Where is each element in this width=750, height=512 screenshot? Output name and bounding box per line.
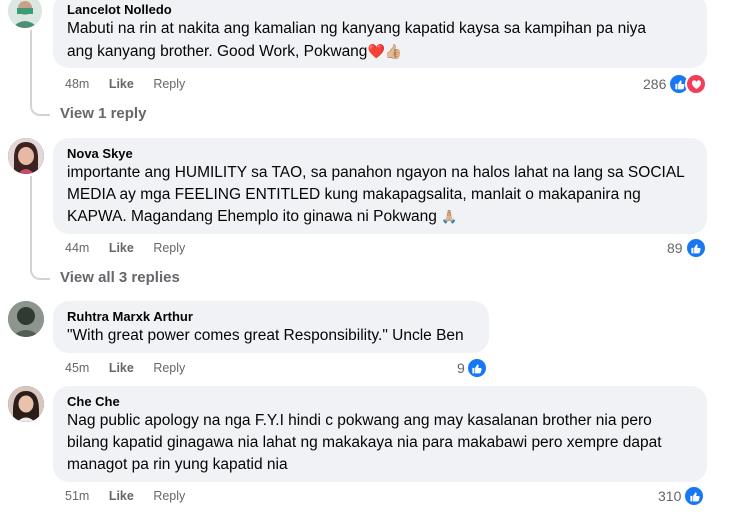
- comment-text-line: bilang kapatid ginagawa nia lahat ng mak…: [67, 434, 662, 451]
- reaction-summary[interactable]: 310: [658, 485, 706, 507]
- comment-text-line: "With great power comes great Responsibi…: [67, 327, 464, 344]
- reply-button[interactable]: Reply: [153, 489, 185, 503]
- reply-button[interactable]: Reply: [153, 361, 185, 375]
- comment-time[interactable]: 51m: [65, 489, 89, 503]
- comment-bubble: Nova Skye importante ang HUMILITY sa TAO…: [53, 138, 707, 234]
- comment-time[interactable]: 45m: [65, 361, 89, 375]
- like-icon: [465, 357, 488, 379]
- avatar-image: [8, 138, 44, 174]
- like-button[interactable]: Like: [109, 361, 134, 375]
- thread-connector: [30, 30, 50, 116]
- comment-text-line: importante ang HUMILITY sa TAO, sa panah…: [67, 164, 685, 181]
- reaction-summary[interactable]: 286: [643, 73, 708, 95]
- heart-icon: [685, 73, 708, 95]
- reaction-count: 310: [658, 488, 682, 504]
- like-icon: [683, 485, 706, 507]
- comment-text-line-3: KAPWA. Magandang Ehemplo ito ginawa ni P…: [67, 208, 437, 225]
- thumbs-up-emoji-icon: 👍🏼: [384, 43, 403, 59]
- reaction-count: 9: [457, 360, 465, 376]
- avatar[interactable]: [8, 301, 44, 337]
- avatar-image: [8, 301, 44, 337]
- comment-bubble: Ruhtra Marxk Arthur "With great power co…: [53, 301, 489, 353]
- reaction-count: 286: [643, 76, 667, 92]
- comment-author[interactable]: Lancelot Nolledo: [67, 1, 693, 18]
- comment-meta: 44m Like Reply: [65, 240, 201, 256]
- reply-button[interactable]: Reply: [153, 77, 185, 91]
- like-button[interactable]: Like: [109, 489, 134, 503]
- like-button[interactable]: Like: [109, 241, 134, 255]
- avatar[interactable]: [8, 386, 44, 422]
- reaction-summary[interactable]: 89: [667, 237, 707, 259]
- comment-author[interactable]: Ruhtra Marxk Arthur: [67, 308, 475, 325]
- reply-button[interactable]: Reply: [153, 241, 185, 255]
- avatar-image: [8, 386, 44, 422]
- comment-author[interactable]: Nova Skye: [67, 145, 693, 162]
- avatar-image: [8, 0, 42, 28]
- comment-time[interactable]: 44m: [65, 241, 89, 255]
- comment-meta: 45m Like Reply: [65, 360, 201, 376]
- reaction-count: 89: [667, 240, 683, 256]
- comment-text-line-2: ang kanyang brother. Good Work, Pokwang: [67, 43, 368, 60]
- comment-time[interactable]: 48m: [65, 77, 89, 91]
- like-icon: [684, 237, 707, 259]
- comment-bubble: Lancelot Nolledo Mabuti na rin at nakita…: [53, 0, 707, 68]
- comment-text-line: MEDIA ay mga FEELING ENTITLED kung makap…: [67, 186, 641, 203]
- comment-text-line: KAPWA. Magandang Ehemplo ito ginawa ni P…: [67, 206, 693, 228]
- comment-text-line: Mabuti na rin at nakita ang kamalian ng …: [67, 20, 647, 37]
- reaction-summary[interactable]: 9: [457, 357, 488, 379]
- comment-text-line: Nag public apology na nga F.Y.I hindi c …: [67, 412, 652, 429]
- view-replies-link[interactable]: View all 3 replies: [60, 269, 180, 286]
- heart-emoji-icon: ❤️: [367, 43, 385, 59]
- comment-text-line: managot pa rin yung kapatid nia: [67, 456, 288, 473]
- like-button[interactable]: Like: [109, 77, 134, 91]
- avatar[interactable]: [8, 138, 44, 174]
- comment-text-line: ang kanyang brother. Good Work, Pokwang❤…: [67, 40, 693, 63]
- comment-meta: 51m Like Reply: [65, 488, 201, 504]
- comment-meta: 48m Like Reply: [65, 76, 201, 92]
- avatar[interactable]: [8, 0, 42, 28]
- view-replies-link[interactable]: View 1 reply: [60, 105, 146, 122]
- comment-author[interactable]: Che Che: [67, 393, 693, 410]
- thread-connector: [30, 176, 50, 280]
- praying-hands-emoji-icon: 🙏🏼: [441, 209, 458, 224]
- comment-bubble: Che Che Nag public apology na nga F.Y.I …: [53, 386, 707, 482]
